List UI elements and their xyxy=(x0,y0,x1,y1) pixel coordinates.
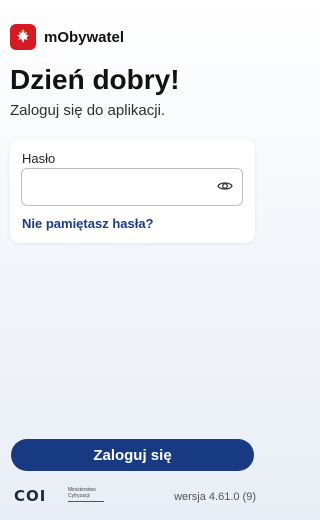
welcome-subtitle: Zaloguj się do aplikacji. xyxy=(10,102,166,119)
ministry-accent-bar xyxy=(68,501,104,502)
welcome-title: Dzień dobry! xyxy=(10,64,180,95)
forgot-password-link[interactable]: Nie pamiętasz hasła? xyxy=(22,216,154,231)
ministry-line-2: Cyfryzacji xyxy=(68,493,90,499)
password-input[interactable] xyxy=(22,169,210,203)
password-label: Hasło xyxy=(22,151,56,166)
polish-eagle-icon xyxy=(10,24,36,50)
app-header: mObywatel xyxy=(10,24,124,50)
login-button[interactable]: Zaloguj się xyxy=(11,439,254,471)
app-version: wersja 4.61.0 (9) xyxy=(174,491,256,503)
app-name: mObywatel xyxy=(44,28,125,46)
eye-icon[interactable] xyxy=(217,179,233,193)
coi-logo: COI xyxy=(14,487,47,505)
password-field-container xyxy=(21,168,243,206)
footer: COI Ministerstwo Cyfryzacji wersja 4.61.… xyxy=(0,482,265,512)
login-card: Hasło Nie pamiętasz hasła? xyxy=(10,139,255,243)
ministry-logo: Ministerstwo Cyfryzacji xyxy=(68,487,113,502)
